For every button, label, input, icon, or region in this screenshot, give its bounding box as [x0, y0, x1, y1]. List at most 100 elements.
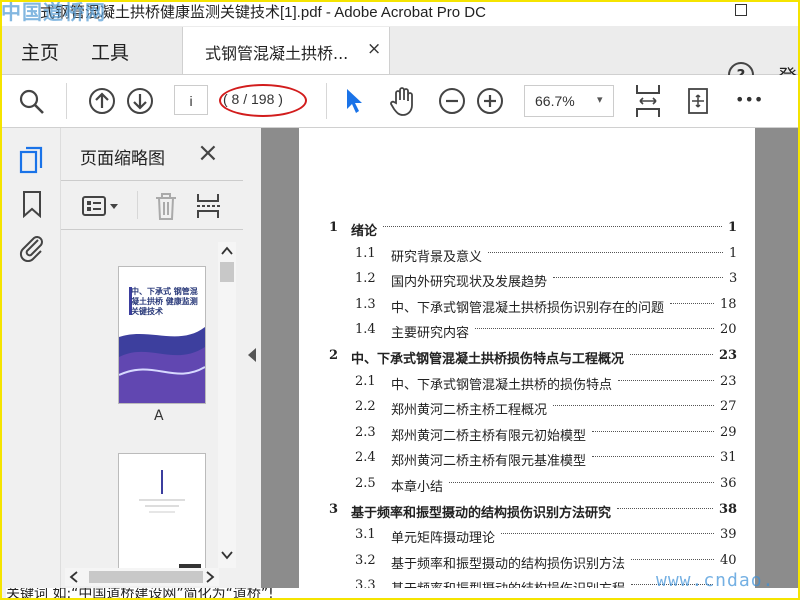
toc-page-number: 20 — [720, 322, 737, 338]
next-page-icon[interactable] — [126, 87, 154, 115]
toc-number: 2.3 — [355, 424, 376, 440]
more-icon[interactable]: ••• — [735, 90, 763, 109]
toc-title: 中、下承式钢管混凝土拱桥的损伤特点 — [391, 377, 613, 393]
left-rail — [2, 128, 61, 598]
toc-row[interactable]: 1.2 国内外研究现状及发展趋势 3 — [355, 271, 737, 293]
toc-row[interactable]: 3.1 单元矩阵摄动理论 39 — [355, 527, 737, 549]
rotate-view-icon[interactable] — [684, 85, 712, 117]
toc-number: 1.1 — [355, 245, 376, 261]
collapse-arrow-icon[interactable] — [248, 348, 256, 362]
toc-page-number: 1 — [728, 220, 738, 235]
scrollbar-thumb[interactable] — [89, 571, 203, 583]
toc-title: 国内外研究现状及发展趋势 — [391, 275, 548, 291]
highlight-annotation — [219, 84, 307, 117]
attachment-icon[interactable] — [18, 232, 46, 262]
zoom-select[interactable]: 66.7% ▾ — [524, 85, 614, 117]
app-window: 式钢管混凝土拱桥健康监测关键技术[1].pdf - Adobe Acrobat … — [0, 0, 800, 600]
document-tab-label: 式钢管混凝土拱桥... — [205, 44, 349, 63]
toc-leader-dots — [449, 482, 714, 483]
menu-tools[interactable]: 工具 — [91, 38, 129, 65]
horizontal-scrollbar[interactable] — [65, 568, 219, 586]
close-icon[interactable]: × — [197, 138, 219, 168]
fit-page-icon[interactable] — [634, 83, 662, 119]
toc-title: 研究背景及意义 — [391, 249, 483, 265]
thumbnail-book-title: 中、下承式 钢管混凝土拱桥 健康监测关键技术 — [131, 287, 198, 316]
menu-home[interactable]: 主页 — [21, 38, 59, 65]
site-watermark-url: www.cndao. — [656, 570, 775, 591]
toc-row[interactable]: 1 绪论 1 — [329, 220, 737, 242]
toc-row[interactable]: 1.1 研究背景及意义 1 — [355, 246, 737, 268]
toc-number: 1 — [329, 220, 339, 235]
menu-bar: 主页 工具 ? 登 — [2, 26, 798, 88]
page-thumbnail[interactable] — [118, 453, 206, 580]
toc-leader-dots — [670, 302, 714, 304]
toc-page-number: 36 — [720, 476, 737, 491]
toc-row[interactable]: 2 中、下承式钢管混凝土拱桥损伤特点与工程概况 23 — [329, 348, 737, 370]
thumbnail-label: A — [154, 408, 164, 424]
toc-number: 1.4 — [355, 322, 376, 338]
panel-toolbar — [61, 180, 243, 230]
bookmark-icon[interactable] — [21, 190, 43, 218]
page-number-input[interactable]: i — [174, 85, 208, 115]
toc-leader-dots — [553, 405, 714, 407]
toc-number: 1.2 — [355, 271, 376, 287]
document-view: 1 绪论 1 1.1 研究背景及意义 1 1.2 国内外研究现状及发展趋势 3 1.3 中、下承式钢… — [261, 128, 798, 590]
toc-leader-dots — [383, 226, 722, 227]
toc-row[interactable]: 2.2 郑州黄河二桥主桥工程概况 27 — [355, 399, 737, 421]
toc-page-number: 23 — [720, 373, 737, 389]
thumbnail-scrollbar[interactable] — [218, 242, 236, 568]
thumbnail-list: 中、下承式 钢管混凝土拱桥 健康监测关键技术 A — [61, 238, 221, 580]
toc-number: 2.4 — [355, 450, 376, 466]
zoom-value: 66.7% — [535, 93, 575, 109]
toc-page-number: 1 — [729, 245, 738, 261]
toc-row[interactable]: 1.4 主要研究内容 20 — [355, 322, 737, 344]
zoom-out-icon[interactable] — [438, 87, 466, 115]
panel-collapse-strip[interactable] — [243, 128, 261, 590]
toc-title: 基于频率和振型摄动的结构损伤识别方法研究 — [351, 505, 612, 521]
panel-title: 页面缩略图 — [80, 149, 165, 169]
trash-icon[interactable] — [153, 191, 179, 221]
pdf-page: 1 绪论 1 1.1 研究背景及意义 1 1.2 国内外研究现状及发展趋势 3 1.3 中、下承式钢… — [299, 128, 755, 590]
toc-row[interactable]: 3 基于频率和振型摄动的结构损伤识别方法研究 38 — [329, 502, 737, 524]
toc-row[interactable]: 2.4 郑州黄河二桥主桥有限元基准模型 31 — [355, 450, 737, 472]
thumbnail-options-icon[interactable] — [81, 195, 121, 217]
toc-title: 中、下承式钢管混凝土拱桥损伤识别存在的问题 — [391, 300, 665, 316]
toc-page-number: 38 — [719, 501, 738, 517]
toc-page-number: 18 — [720, 296, 737, 312]
toc-page-number: 23 — [719, 348, 738, 363]
window-title: 式钢管混凝土拱桥健康监测关键技术[1].pdf - Adobe Acrobat … — [40, 4, 486, 21]
toc-title: 单元矩阵摄动理论 — [391, 531, 496, 547]
toc-row[interactable]: 2.5 本章小结 36 — [355, 476, 737, 498]
toc-leader-dots — [618, 379, 714, 381]
select-cursor-icon[interactable] — [344, 87, 366, 115]
toc-page-number: 3 — [729, 271, 738, 287]
toc-number: 2.2 — [355, 399, 376, 415]
tab-close-icon[interactable]: × — [367, 39, 381, 59]
toc-title: 郑州黄河二桥主桥有限元初始模型 — [391, 428, 587, 444]
toc-page-number: 29 — [720, 424, 737, 440]
toc-row[interactable]: 2.3 郑州黄河二桥主桥有限元初始模型 29 — [355, 425, 737, 447]
thumbnail-panel: 页面缩略图 × 中、下承式 钢管混凝土拱桥 健康监测关键技术 A — [61, 128, 243, 590]
scrollbar-thumb[interactable] — [220, 262, 234, 282]
toc-row[interactable]: 1.3 中、下承式钢管混凝土拱桥损伤识别存在的问题 18 — [355, 297, 737, 319]
toc-leader-dots — [553, 277, 723, 279]
search-icon[interactable] — [18, 88, 46, 116]
toc-leader-dots — [592, 430, 714, 432]
toc-title: 郑州黄河二桥主桥工程概况 — [391, 403, 548, 419]
toc-leader-dots — [617, 507, 713, 509]
toolbar: i ( 8 / 198 ) 66.7% ▾ ••• — [2, 75, 798, 128]
previous-page-icon[interactable] — [88, 87, 116, 115]
maximize-button[interactable] — [735, 4, 747, 16]
toc-number: 3.2 — [355, 552, 376, 568]
page-thumbnail[interactable]: 中、下承式 钢管混凝土拱桥 健康监测关键技术 — [118, 266, 206, 404]
toc-title: 绪论 — [351, 224, 378, 239]
toc-row[interactable]: 2.1 中、下承式钢管混凝土拱桥的损伤特点 23 — [355, 374, 737, 396]
zoom-in-icon[interactable] — [476, 87, 504, 115]
extract-pages-icon[interactable] — [195, 191, 223, 221]
page-thumbnails-icon[interactable] — [19, 146, 45, 174]
document-tab[interactable]: 式钢管混凝土拱桥... × — [182, 27, 390, 74]
toc-page-number: 39 — [720, 527, 737, 543]
toc-title: 郑州黄河二桥主桥有限元基准模型 — [391, 454, 587, 470]
hand-tool-icon[interactable] — [388, 85, 418, 117]
toc-title: 本章小结 — [391, 480, 444, 495]
